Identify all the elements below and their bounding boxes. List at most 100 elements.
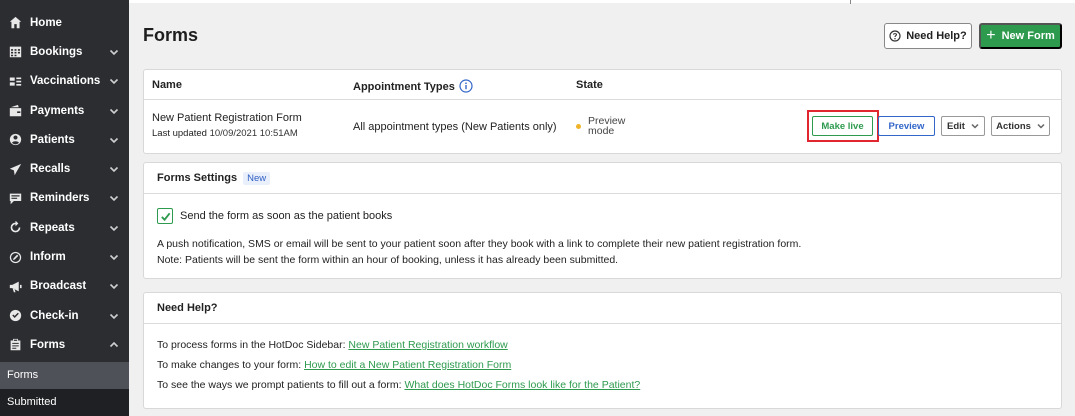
sidebar-item-label: Inform (30, 251, 66, 264)
chevron-down-icon (109, 106, 119, 116)
syringe-icon (8, 74, 22, 88)
last-updated: Last updated 10/09/2021 10:51AM (152, 128, 298, 139)
help-link-patient-view[interactable]: What does HotDoc Forms look like for the… (404, 379, 640, 391)
need-help-label: Need Help? (906, 30, 967, 42)
chevron-down-icon (109, 252, 119, 262)
page-title: Forms (143, 25, 199, 45)
column-header-state: State (576, 79, 603, 91)
send-on-book-option[interactable]: Send the form as soon as the patient boo… (157, 208, 392, 224)
table-row: New Patient Registration Form Last updat… (144, 100, 1061, 154)
check-circle-icon (8, 309, 22, 323)
actions-dropdown[interactable]: Actions (991, 116, 1050, 136)
chevron-down-icon (109, 164, 119, 174)
forms-settings-panel: Forms Settings New Send the form as soon… (143, 162, 1062, 279)
sidebar-item-check-in[interactable]: Check-in (0, 301, 129, 330)
sidebar-item-forms[interactable]: Forms (0, 330, 129, 359)
repeat-icon (8, 221, 22, 235)
sidebar-subitem-label: Submitted (7, 396, 57, 409)
new-badge: New (243, 171, 271, 185)
plus-icon: + (986, 27, 996, 44)
settings-note-1: A push notification, SMS or email will b… (157, 238, 802, 250)
sidebar-item-label: Patients (30, 133, 75, 146)
last-updated-label: Last updated (152, 128, 207, 139)
sidebar-item-home[interactable]: Home (0, 8, 129, 37)
help-line-1: To process forms in the HotDoc Sidebar: … (157, 339, 508, 351)
chevron-down-icon (1037, 123, 1045, 129)
sidebar-item-recalls[interactable]: Recalls (0, 154, 129, 183)
top-divider-mark (850, 0, 851, 4)
sidebar-item-label: Bookings (30, 45, 83, 58)
chevron-down-icon (109, 135, 119, 145)
column-header-label: Appointment Types (353, 81, 455, 93)
last-updated-value: 10/09/2021 10:51AM (209, 128, 298, 139)
help-text: To make changes to your form: (157, 359, 305, 371)
sidebar-item-label: Recalls (30, 163, 71, 176)
column-header-appointment-types: Appointment Types (353, 79, 473, 93)
status-dot-icon (576, 124, 581, 129)
wallet-icon (8, 104, 22, 118)
need-help-button[interactable]: Need Help? (884, 23, 972, 49)
chevron-down-icon (109, 193, 119, 203)
sidebar-item-label: Broadcast (30, 280, 87, 293)
sidebar-item-broadcast[interactable]: Broadcast (0, 272, 129, 301)
sidebar: Home Bookings Vaccinations Payments Pati… (0, 0, 129, 416)
checkbox-label: Send the form as soon as the patient boo… (180, 210, 393, 222)
sidebar-item-label: Forms (30, 338, 66, 351)
calendar-icon (8, 45, 22, 59)
edit-dropdown[interactable]: Edit (941, 116, 985, 136)
actions-label: Actions (996, 120, 1031, 132)
sidebar-subitem-label: Forms (7, 369, 39, 382)
sidebar-item-label: Repeats (30, 221, 75, 234)
form-name: New Patient Registration Form (152, 112, 302, 124)
pen-circle-icon (8, 250, 22, 264)
chevron-up-icon (109, 340, 119, 350)
clipboard-icon (8, 338, 22, 352)
new-form-button[interactable]: + New Form (979, 23, 1062, 49)
chevron-down-icon (971, 123, 979, 129)
new-form-label: New Form (1001, 30, 1055, 42)
top-border (129, 0, 1075, 3)
info-icon[interactable] (459, 79, 473, 93)
checkmark-icon (160, 212, 170, 221)
state-indicator: Preview mode (576, 116, 625, 136)
preview-button[interactable]: Preview (878, 116, 935, 136)
make-live-button[interactable]: Make live (812, 116, 873, 136)
sidebar-item-label: Check-in (30, 309, 79, 322)
settings-title: Forms Settings (157, 172, 238, 184)
sidebar-subitem-forms[interactable]: Forms (0, 361, 129, 389)
home-icon (8, 16, 22, 30)
column-header-name: Name (152, 79, 182, 91)
edit-label: Edit (947, 120, 965, 132)
settings-note-2: Note: Patients will be sent the form wit… (157, 254, 619, 266)
need-help-panel: Need Help? To process forms in the HotDo… (143, 292, 1062, 409)
chevron-down-icon (109, 47, 119, 57)
send-on-book-checkbox[interactable] (157, 208, 173, 224)
chevron-down-icon (109, 281, 119, 291)
forms-table: Name Appointment Types State New Patient… (143, 69, 1062, 154)
chevron-down-icon (109, 76, 119, 86)
help-text: To see the ways we prompt patients to fi… (157, 379, 405, 391)
table-header: Name Appointment Types State (144, 70, 1061, 100)
sidebar-item-bookings[interactable]: Bookings (0, 37, 129, 66)
sidebar-item-vaccinations[interactable]: Vaccinations (0, 67, 129, 96)
user-circle-icon (8, 133, 22, 147)
help-link-workflow[interactable]: New Patient Registration workflow (348, 339, 507, 351)
sidebar-item-payments[interactable]: Payments (0, 96, 129, 125)
settings-header: Forms Settings New (144, 163, 1061, 194)
sidebar-item-patients[interactable]: Patients (0, 125, 129, 154)
sidebar-item-inform[interactable]: Inform (0, 242, 129, 271)
sidebar-subitem-submitted[interactable]: Submitted (0, 388, 129, 416)
help-text: To process forms in the HotDoc Sidebar: (157, 339, 349, 351)
sidebar-item-reminders[interactable]: Reminders (0, 184, 129, 213)
help-title: Need Help? (157, 302, 218, 314)
help-link-edit-form[interactable]: How to edit a New Patient Registration F… (304, 359, 511, 371)
help-line-3: To see the ways we prompt patients to fi… (157, 379, 640, 391)
message-icon (8, 191, 22, 205)
state-text: Preview mode (588, 116, 625, 137)
sidebar-item-label: Home (30, 16, 62, 29)
help-header: Need Help? (144, 293, 1061, 324)
sidebar-item-repeats[interactable]: Repeats (0, 213, 129, 242)
chevron-down-icon (109, 311, 119, 321)
appointment-types: All appointment types (New Patients only… (353, 121, 557, 133)
state-line-2: mode (588, 125, 615, 137)
